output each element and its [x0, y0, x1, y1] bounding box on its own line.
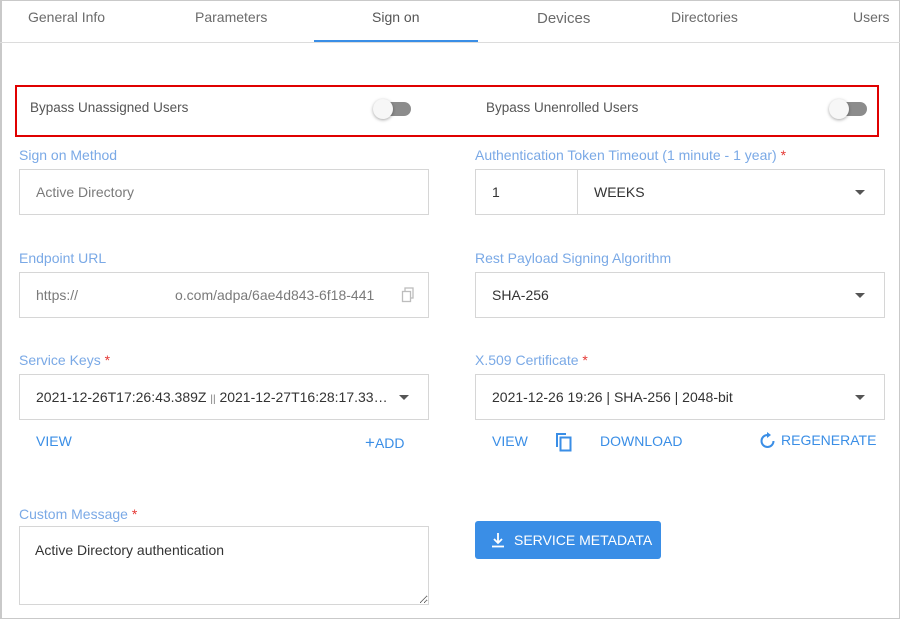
- endpoint-url-label: Endpoint URL: [19, 250, 107, 266]
- tab-parameters[interactable]: Parameters: [195, 9, 267, 25]
- x509-label-text: X.509 Certificate: [475, 352, 579, 368]
- copy-icon[interactable]: [401, 287, 415, 303]
- rest-signing-select[interactable]: SHA-256: [475, 272, 885, 318]
- x509-certificate-label: X.509 Certificate *: [475, 352, 588, 368]
- required-marker: *: [582, 352, 588, 368]
- tab-bar: General Info Parameters Sign on Devices …: [0, 0, 900, 43]
- rest-signing-label: Rest Payload Signing Algorithm: [475, 250, 672, 266]
- endpoint-url-value-start: https://: [36, 287, 79, 303]
- chevron-down-icon: [855, 395, 865, 400]
- service-key-2: 2021-12-27T16:28:17.33…: [219, 389, 388, 405]
- service-metadata-button[interactable]: SERVICE METADATA: [475, 521, 661, 559]
- auth-token-unit-value: WEEKS: [594, 184, 645, 200]
- x509-regenerate-link[interactable]: REGENERATE: [781, 432, 876, 448]
- redacted-region: [87, 287, 177, 305]
- service-keys-view-link[interactable]: VIEW: [36, 433, 72, 449]
- auth-token-amount-value: 1: [492, 184, 500, 200]
- tab-general-info[interactable]: General Info: [28, 9, 105, 25]
- tab-sign-on[interactable]: Sign on: [372, 9, 419, 25]
- required-marker: *: [104, 352, 111, 368]
- bypass-unenrolled-toggle[interactable]: [829, 99, 867, 119]
- x509-download-link[interactable]: DOWNLOAD: [600, 433, 682, 449]
- service-keys-label: Service Keys *: [19, 352, 110, 368]
- add-label: ADD: [374, 435, 405, 451]
- refresh-icon[interactable]: [759, 432, 776, 450]
- rest-signing-value: SHA-256: [492, 287, 549, 303]
- key-separator: ||: [210, 394, 216, 405]
- auth-token-timeout-label-text: Authentication Token Timeout (1 minute -…: [475, 147, 777, 163]
- chevron-down-icon: [399, 395, 409, 400]
- custom-message-textarea[interactable]: Active Directory authentication: [19, 526, 429, 605]
- required-marker: *: [780, 147, 787, 163]
- sign-on-method-label: Sign on Method: [19, 147, 118, 163]
- toggle-knob: [373, 99, 393, 119]
- tab-directories[interactable]: Directories: [671, 9, 738, 25]
- service-keys-label-text: Service Keys: [19, 352, 101, 368]
- x509-certificate-select[interactable]: 2021-12-26 19:26 | SHA-256 | 2048-bit: [475, 374, 885, 420]
- custom-message-label-text: Custom Message: [19, 506, 128, 522]
- toggle-knob: [829, 99, 849, 119]
- sign-on-method-field[interactable]: Active Directory: [19, 169, 429, 215]
- sign-on-method-value: Active Directory: [36, 184, 135, 200]
- service-key-1: 2021-12-26T17:26:43.389Z: [36, 389, 207, 405]
- x509-certificate-value: 2021-12-26 19:26 | SHA-256 | 2048-bit: [492, 389, 733, 405]
- active-tab-indicator: [314, 40, 478, 42]
- custom-message-label: Custom Message *: [19, 506, 137, 522]
- required-marker: *: [131, 506, 138, 522]
- chevron-down-icon: [855, 293, 865, 298]
- bypass-unassigned-label: Bypass Unassigned Users: [30, 100, 189, 115]
- chevron-down-icon: [855, 190, 865, 195]
- auth-token-timeout-label: Authentication Token Timeout (1 minute -…: [475, 147, 786, 163]
- service-keys-select[interactable]: 2021-12-26T17:26:43.389Z || 2021-12-27T1…: [19, 374, 429, 420]
- copy-icon[interactable]: [555, 432, 573, 452]
- endpoint-url-field[interactable]: https:// o.com/adpa/6ae4d843-6f18-441: [19, 272, 429, 318]
- tab-users[interactable]: Users: [853, 9, 890, 25]
- bypass-unenrolled-label: Bypass Unenrolled Users: [486, 100, 639, 115]
- service-keys-value: 2021-12-26T17:26:43.389Z || 2021-12-27T1…: [36, 375, 396, 422]
- auth-token-unit-select[interactable]: WEEKS: [577, 169, 885, 215]
- x509-view-link[interactable]: VIEW: [492, 433, 528, 449]
- tab-devices[interactable]: Devices: [537, 10, 590, 27]
- auth-token-amount-input[interactable]: 1: [475, 169, 578, 215]
- download-icon: [492, 533, 504, 548]
- plus-icon: +: [365, 433, 375, 452]
- service-keys-add-link[interactable]: +ADD: [365, 433, 405, 453]
- endpoint-url-value-end: o.com/adpa/6ae4d843-6f18-441: [175, 287, 375, 303]
- bypass-unassigned-toggle[interactable]: [373, 99, 411, 119]
- service-metadata-label: SERVICE METADATA: [514, 532, 653, 548]
